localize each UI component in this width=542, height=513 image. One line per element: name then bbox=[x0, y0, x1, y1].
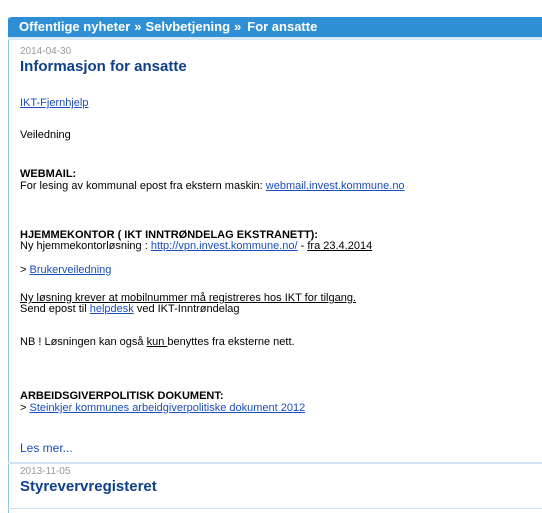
header-underline bbox=[8, 37, 542, 40]
article-title[interactable]: Informasjon for ansatte bbox=[20, 58, 187, 75]
breadcrumb-item-selvbetjening[interactable]: Selvbetjening bbox=[145, 19, 230, 34]
vpn-dash: - bbox=[297, 240, 308, 252]
ikt-fjernhjelp-link[interactable]: IKT-Fjernhjelp bbox=[20, 97, 88, 109]
article-title[interactable]: Styrevervregisteret bbox=[20, 478, 157, 495]
breadcrumb: Offentlige nyheter» Selvbetjening» For ans… bbox=[8, 17, 542, 37]
vpn-link[interactable]: http://vpn.invest.kommune.no/ bbox=[151, 240, 298, 252]
arbeid-link[interactable]: Steinkjer kommunes arbeidgiverpolitiske … bbox=[29, 402, 305, 414]
bottom-divider bbox=[8, 508, 542, 509]
brukerveiledning-link[interactable]: Brukerveiledning bbox=[29, 264, 111, 276]
article-date: 2013-11-05 bbox=[20, 466, 71, 477]
nb-kun: kun bbox=[146, 336, 168, 348]
webmail-heading: WEBMAIL: bbox=[20, 168, 77, 180]
article-divider bbox=[8, 462, 542, 464]
breadcrumb-separator: » bbox=[234, 19, 242, 34]
veiledning-text: Veiledning bbox=[20, 129, 71, 141]
nb-suffix: benyttes fra eksterne nett. bbox=[167, 336, 295, 348]
helpdesk-link[interactable]: helpdesk bbox=[90, 303, 134, 315]
breadcrumb-separator: » bbox=[134, 19, 142, 34]
vpn-date: fra 23.4.2014 bbox=[307, 240, 373, 252]
breadcrumb-item-offentlige-nyheter[interactable]: Offentlige nyheter bbox=[19, 19, 130, 34]
send-suffix: ved IKT-Inntrøndelag bbox=[133, 303, 240, 315]
send-prefix: Send epost til bbox=[20, 303, 90, 315]
nb-prefix: NB ! Løsningen kan også bbox=[20, 336, 147, 348]
webmail-text: For lesing av kommunal epost fra ekstern… bbox=[20, 180, 266, 192]
article-date: 2014-04-30 bbox=[20, 46, 72, 57]
arbeid-heading: ARBEIDSGIVERPOLITISK DOKUMENT: bbox=[20, 390, 224, 402]
webmail-link[interactable]: webmail.invest.kommune.no bbox=[266, 180, 405, 192]
hjemmekontor-text: Ny hjemmekontorløsning : bbox=[20, 240, 151, 252]
breadcrumb-item-for-ansatte: For ansatte bbox=[247, 19, 318, 34]
les-mer-link[interactable]: Les mer... bbox=[20, 441, 73, 455]
